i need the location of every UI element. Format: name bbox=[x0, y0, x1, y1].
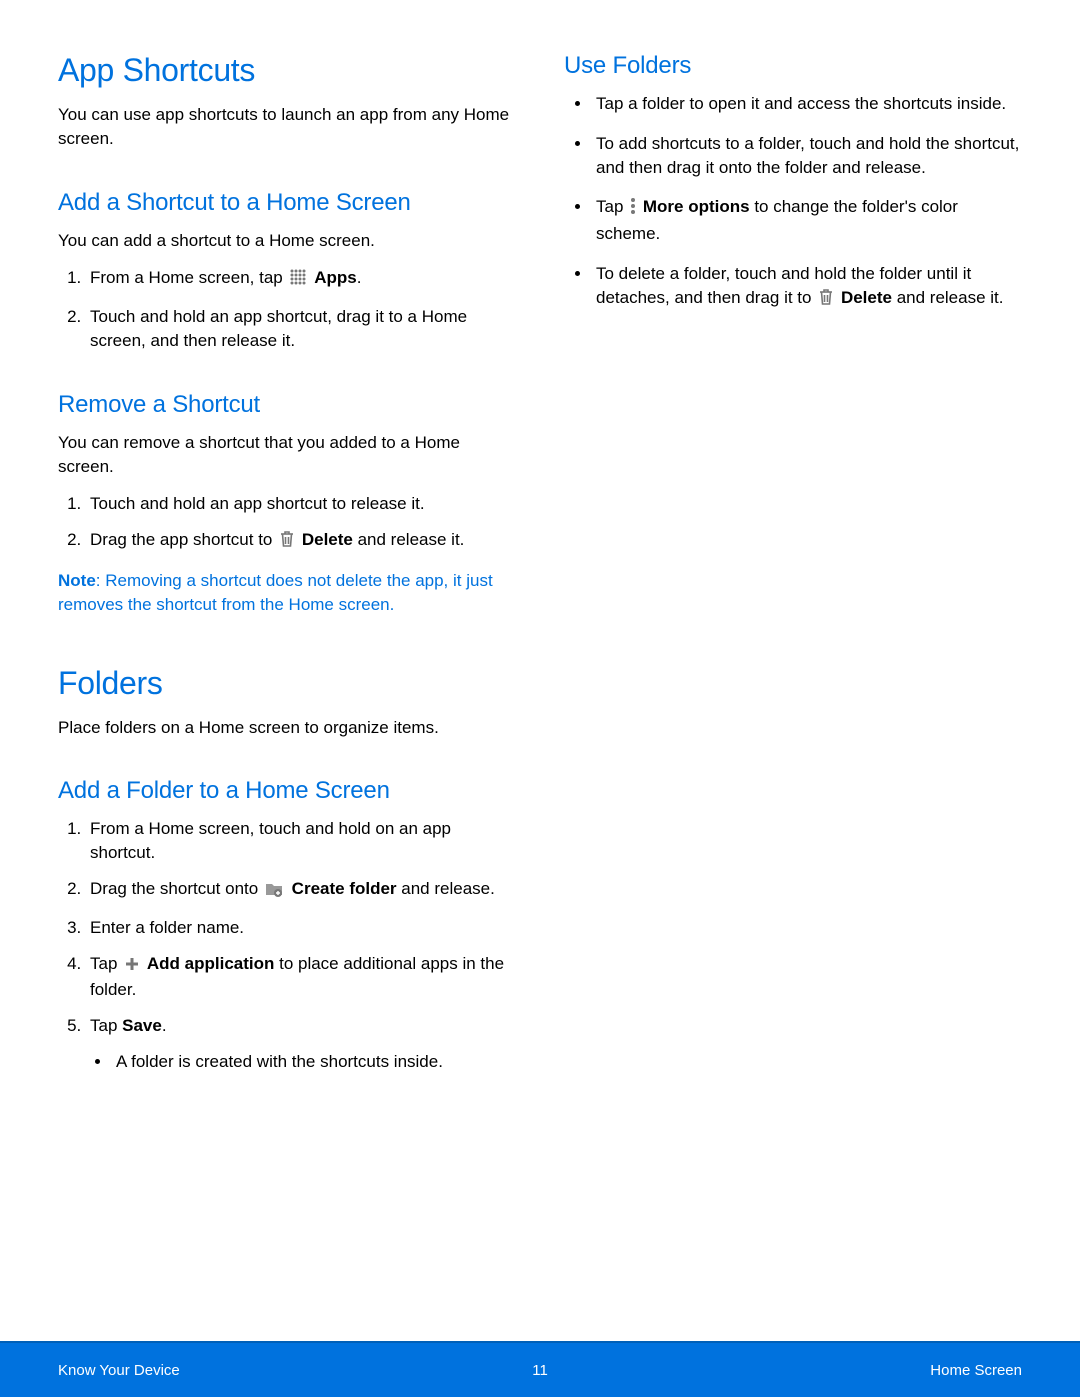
list-item: Drag the shortcut onto Create folder and… bbox=[86, 877, 516, 904]
list-item: From a Home screen, tap Apps. bbox=[86, 266, 516, 293]
heading-add-shortcut: Add a Shortcut to a Home Screen bbox=[58, 189, 516, 217]
text-fragment: . bbox=[357, 268, 362, 287]
heading-add-folder: Add a Folder to a Home Screen bbox=[58, 777, 516, 805]
bold-label: Save bbox=[122, 1016, 162, 1035]
list-item: Touch and hold an app shortcut, drag it … bbox=[86, 305, 516, 353]
footer-right: Home Screen bbox=[930, 1362, 1022, 1379]
para-add-shortcut: You can add a shortcut to a Home screen. bbox=[58, 229, 516, 253]
list-item: A folder is created with the shortcuts i… bbox=[112, 1050, 516, 1074]
text-fragment: and release. bbox=[397, 879, 495, 898]
bold-label: Create folder bbox=[292, 879, 397, 898]
text-fragment: Drag the shortcut onto bbox=[90, 879, 263, 898]
para-shortcuts-intro: You can use app shortcuts to launch an a… bbox=[58, 103, 516, 151]
page-body: App Shortcuts You can use app shortcuts … bbox=[0, 0, 1080, 1090]
text-fragment: . bbox=[162, 1016, 167, 1035]
list-use-folders: Tap a folder to open it and access the s… bbox=[564, 92, 1022, 313]
heading-folders: Folders bbox=[58, 665, 516, 702]
sub-list: A folder is created with the shortcuts i… bbox=[90, 1050, 516, 1074]
create-folder-icon bbox=[265, 880, 285, 904]
list-add-folder: From a Home screen, touch and hold on an… bbox=[58, 817, 516, 1073]
bold-label: Delete bbox=[841, 288, 892, 307]
plus-icon bbox=[124, 955, 140, 979]
text-fragment: and release it. bbox=[892, 288, 1004, 307]
para-folders-intro: Place folders on a Home screen to organi… bbox=[58, 716, 516, 740]
list-item: Tap Add application to place additional … bbox=[86, 952, 516, 1003]
trash-icon bbox=[279, 530, 295, 555]
list-item: Tap More options to change the folder's … bbox=[592, 195, 1022, 246]
list-item: To add shortcuts to a folder, touch and … bbox=[592, 132, 1022, 180]
text-fragment: Tap bbox=[596, 197, 628, 216]
text-fragment: From a Home screen, tap bbox=[90, 268, 287, 287]
heading-remove-shortcut: Remove a Shortcut bbox=[58, 391, 516, 419]
list-item: Touch and hold an app shortcut to releas… bbox=[86, 492, 516, 516]
list-add-shortcut: From a Home screen, tap Apps. Touch and … bbox=[58, 266, 516, 352]
note-text: Note: Removing a shortcut does not delet… bbox=[58, 569, 516, 617]
trash-icon bbox=[818, 288, 834, 313]
list-item: Drag the app shortcut to Delete and rele… bbox=[86, 528, 516, 555]
list-remove-shortcut: Touch and hold an app shortcut to releas… bbox=[58, 492, 516, 555]
footer-left: Know Your Device bbox=[58, 1362, 180, 1379]
heading-app-shortcuts: App Shortcuts bbox=[58, 52, 516, 89]
text-fragment: Drag the app shortcut to bbox=[90, 530, 277, 549]
bold-label: Add application bbox=[147, 954, 275, 973]
heading-use-folders: Use Folders bbox=[564, 52, 1022, 80]
bold-label: Apps bbox=[314, 268, 357, 287]
more-options-icon bbox=[630, 197, 636, 222]
text-fragment: Tap bbox=[90, 1016, 122, 1035]
left-column: App Shortcuts You can use app shortcuts … bbox=[58, 52, 516, 1090]
page-footer: Know Your Device 11 Home Screen bbox=[0, 1341, 1080, 1397]
para-remove-intro: You can remove a shortcut that you added… bbox=[58, 431, 516, 479]
note-label: Note bbox=[58, 571, 96, 590]
bold-label: Delete bbox=[302, 530, 353, 549]
text-fragment: and release it. bbox=[353, 530, 465, 549]
list-item: Tap Save. A folder is created with the s… bbox=[86, 1014, 516, 1074]
list-item: Tap a folder to open it and access the s… bbox=[592, 92, 1022, 116]
bold-label: More options bbox=[643, 197, 750, 216]
right-column: Use Folders Tap a folder to open it and … bbox=[564, 52, 1022, 1090]
list-item: From a Home screen, touch and hold on an… bbox=[86, 817, 516, 865]
text-fragment: : Removing a shortcut does not delete th… bbox=[58, 571, 493, 614]
footer-page-number: 11 bbox=[532, 1362, 548, 1379]
list-item: Enter a folder name. bbox=[86, 916, 516, 940]
list-item: To delete a folder, touch and hold the f… bbox=[592, 262, 1022, 313]
apps-grid-icon bbox=[289, 268, 307, 293]
text-fragment: Tap bbox=[90, 954, 122, 973]
